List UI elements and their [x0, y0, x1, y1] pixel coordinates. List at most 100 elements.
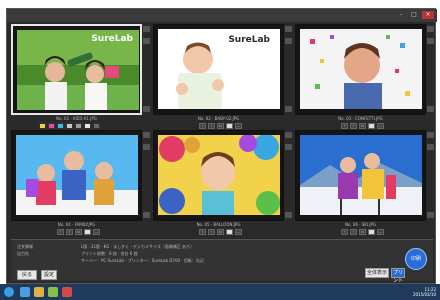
rotate-left-button[interactable]: ‹ — [57, 229, 64, 235]
edit-icon[interactable] — [427, 144, 434, 150]
photo-cell-4[interactable]: No. 04 · FAMILY.JPG ‹ › ▫ … — [11, 130, 151, 236]
photo-frame[interactable]: SureLab — [153, 24, 284, 115]
surelab-app-icon[interactable] — [62, 287, 72, 297]
side-tools — [427, 130, 435, 221]
zoom-icon[interactable] — [427, 132, 434, 138]
photo-grid: SureLab No. 01 · KIDS-01.JPG SureLab No.… — [11, 24, 435, 236]
order-panel: 注文情報 出力先 L版 · 2L版 · KG · ましかく · デジカメサイズ（… — [11, 239, 433, 284]
maximize-button[interactable]: □ — [408, 11, 420, 19]
minimize-button[interactable]: – — [395, 11, 407, 19]
edit-icon[interactable] — [143, 144, 150, 150]
side-tools — [427, 24, 435, 115]
rotate-left-button[interactable]: ‹ — [341, 123, 348, 129]
zoom-icon[interactable] — [285, 132, 292, 138]
crop-button[interactable]: ▫ — [359, 123, 366, 129]
info-icon[interactable] — [427, 106, 434, 112]
side-tools — [285, 130, 293, 221]
photo-cell-6[interactable]: No. 06 · SKI.JPG ‹ › ▫ … — [295, 130, 435, 236]
info-icon[interactable] — [285, 212, 292, 218]
photo-thumbnail[interactable] — [16, 135, 138, 215]
photo-filename: No. 01 · KIDS-01.JPG — [56, 116, 97, 121]
photo-thumbnail[interactable] — [300, 135, 422, 215]
color-dark-button[interactable] — [75, 123, 82, 129]
photo-thumbnail[interactable]: SureLab — [158, 29, 280, 109]
photo-controls: ‹ › ▫ … — [173, 123, 273, 129]
photo-controls: ‹ › ▫ … — [315, 123, 415, 129]
rotate-right-button[interactable]: › — [208, 123, 215, 129]
photo-controls: ‹ › ▫ … — [173, 229, 273, 235]
info-icon[interactable] — [427, 212, 434, 218]
app-window: – □ × SureLab No. 01 · KIDS-01.JPG SureL… — [6, 8, 437, 284]
rotate-right-button[interactable]: › — [350, 123, 357, 129]
edit-icon[interactable] — [143, 38, 150, 44]
color-magenta-button[interactable] — [48, 123, 55, 129]
photo-frame[interactable] — [295, 130, 426, 221]
photo-frame[interactable]: SureLab — [11, 24, 142, 115]
taskbar: 11:22 2015/03/10 — [0, 284, 440, 300]
edit-icon[interactable] — [285, 38, 292, 44]
selected-tool-button[interactable] — [368, 229, 375, 235]
rotate-right-button[interactable]: › — [350, 229, 357, 235]
photo-cell-3[interactable]: No. 03 · CONFETTI.JPG ‹ › ▫ … — [295, 24, 435, 130]
info-icon[interactable] — [143, 106, 150, 112]
selected-tool-button[interactable] — [84, 229, 91, 235]
rotate-right-button[interactable]: › — [208, 229, 215, 235]
color-cyan-button[interactable] — [57, 123, 64, 129]
device-info-text: サーバー：PC-SureLab · プリンター：SureLab D700 · 用… — [81, 258, 204, 263]
photo-controls — [31, 123, 131, 129]
print-small-button[interactable]: プリント — [391, 268, 405, 284]
photo-thumbnail[interactable] — [300, 29, 422, 109]
app-icon[interactable] — [48, 287, 58, 297]
selected-tool-button[interactable] — [226, 123, 233, 129]
settings-button[interactable]: 設定 — [41, 270, 57, 280]
zoom-icon[interactable] — [143, 26, 150, 32]
photo-filename: No. 03 · CONFETTI.JPG — [338, 116, 383, 121]
crop-button[interactable]: ▫ — [217, 229, 224, 235]
zoom-icon[interactable] — [143, 132, 150, 138]
color-light-button[interactable] — [84, 123, 91, 129]
browser-icon[interactable] — [20, 287, 30, 297]
rotate-left-button[interactable]: ‹ — [199, 123, 206, 129]
photo-controls: ‹ › ▫ … — [31, 229, 131, 235]
more-button[interactable]: … — [93, 229, 100, 235]
rotate-right-button[interactable]: › — [66, 229, 73, 235]
back-button[interactable]: 戻る — [17, 270, 37, 280]
more-button[interactable]: … — [235, 123, 242, 129]
more-button[interactable]: … — [235, 229, 242, 235]
photo-cell-1[interactable]: SureLab No. 01 · KIDS-01.JPG — [11, 24, 151, 130]
info-icon[interactable] — [143, 212, 150, 218]
color-yellow-button[interactable] — [39, 123, 46, 129]
color-gray-button[interactable] — [66, 123, 73, 129]
photo-frame[interactable] — [295, 24, 426, 115]
zoom-icon[interactable] — [285, 26, 292, 32]
edit-icon[interactable] — [427, 38, 434, 44]
crop-button[interactable]: ▫ — [359, 229, 366, 235]
start-icon[interactable] — [4, 287, 14, 297]
more-button[interactable]: … — [377, 229, 384, 235]
rotate-left-button[interactable]: ‹ — [199, 229, 206, 235]
crop-button[interactable]: ▫ — [217, 123, 224, 129]
system-clock[interactable]: 11:22 2015/03/10 — [413, 287, 436, 297]
photo-thumbnail[interactable]: SureLab — [17, 30, 139, 110]
photo-frame[interactable] — [153, 130, 284, 221]
color-black-button[interactable] — [93, 123, 100, 129]
photo-cell-2[interactable]: SureLab No. 02 · BABY-02.JPG ‹ › ▫ … — [153, 24, 293, 130]
selected-tool-button[interactable] — [226, 229, 233, 235]
fit-view-button[interactable]: 全体表示 — [365, 268, 389, 278]
surelab-logo: SureLab — [91, 34, 133, 44]
info-icon[interactable] — [285, 106, 292, 112]
folder-icon[interactable] — [34, 287, 44, 297]
photo-frame[interactable] — [11, 130, 142, 221]
crop-button[interactable]: ▫ — [75, 229, 82, 235]
title-bar: – □ × — [7, 9, 437, 22]
rotate-left-button[interactable]: ‹ — [341, 229, 348, 235]
photo-cell-5[interactable]: No. 05 · BALLOON.JPG ‹ › ▫ … — [153, 130, 293, 236]
selected-tool-button[interactable] — [368, 123, 375, 129]
edit-icon[interactable] — [285, 144, 292, 150]
zoom-icon[interactable] — [427, 26, 434, 32]
more-button[interactable]: … — [377, 123, 384, 129]
order-info-label: 注文情報 — [17, 244, 33, 249]
close-button[interactable]: × — [422, 11, 434, 19]
photo-thumbnail[interactable] — [158, 135, 280, 215]
print-button[interactable]: 印刷 — [405, 248, 427, 270]
